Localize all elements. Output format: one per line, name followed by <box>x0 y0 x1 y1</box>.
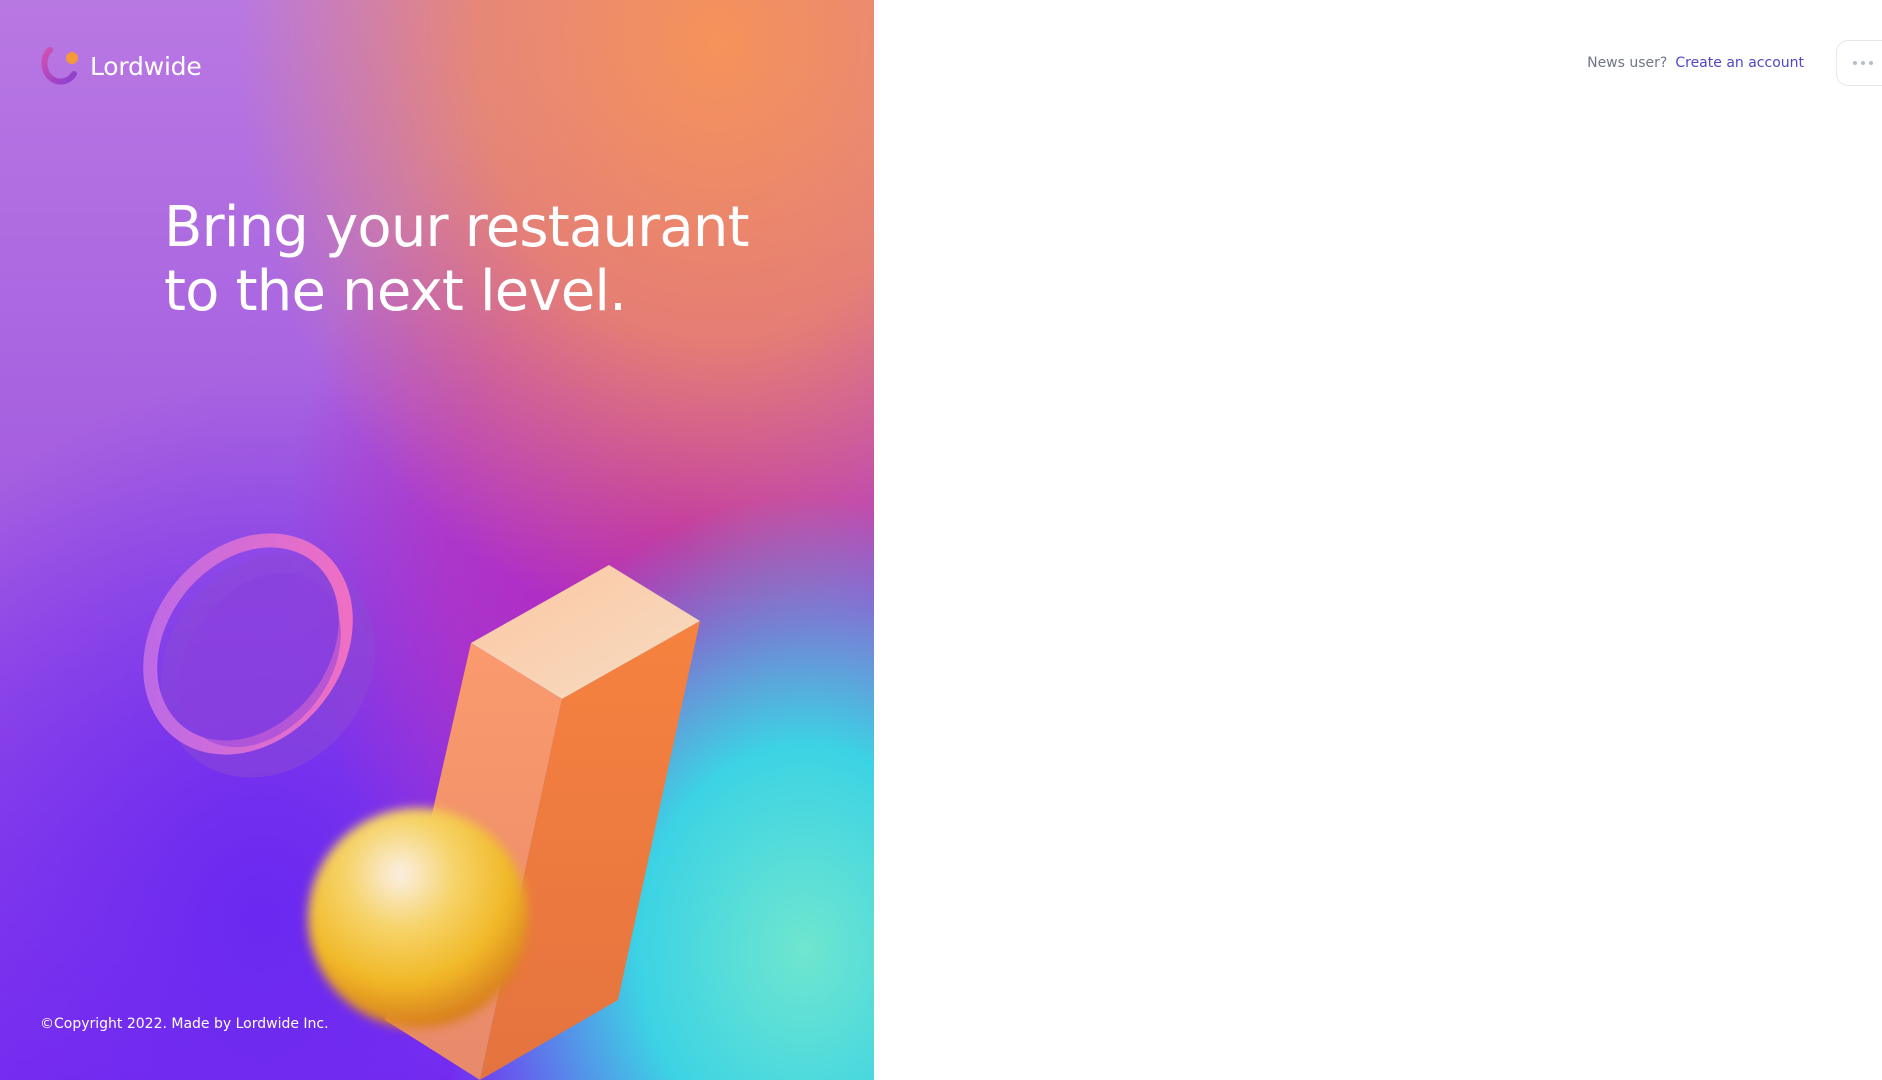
hero-panel: Lordwide Bring your restaurant to the ne… <box>0 0 874 1080</box>
ball-shape <box>308 808 528 1028</box>
create-account-link[interactable]: Create an account <box>1675 55 1804 71</box>
new-user-prompt: News user? <box>1587 55 1668 71</box>
more-options-button[interactable] <box>1836 40 1882 86</box>
hero-3d-illustration <box>143 533 700 1080</box>
more-horizontal-icon <box>1852 61 1873 65</box>
auth-topbar: News user? Create an account <box>1587 40 1882 86</box>
copyright-text: ©Copyright 2022. Made by Lordwide Inc. <box>40 1016 329 1032</box>
ring-shape <box>143 533 376 778</box>
